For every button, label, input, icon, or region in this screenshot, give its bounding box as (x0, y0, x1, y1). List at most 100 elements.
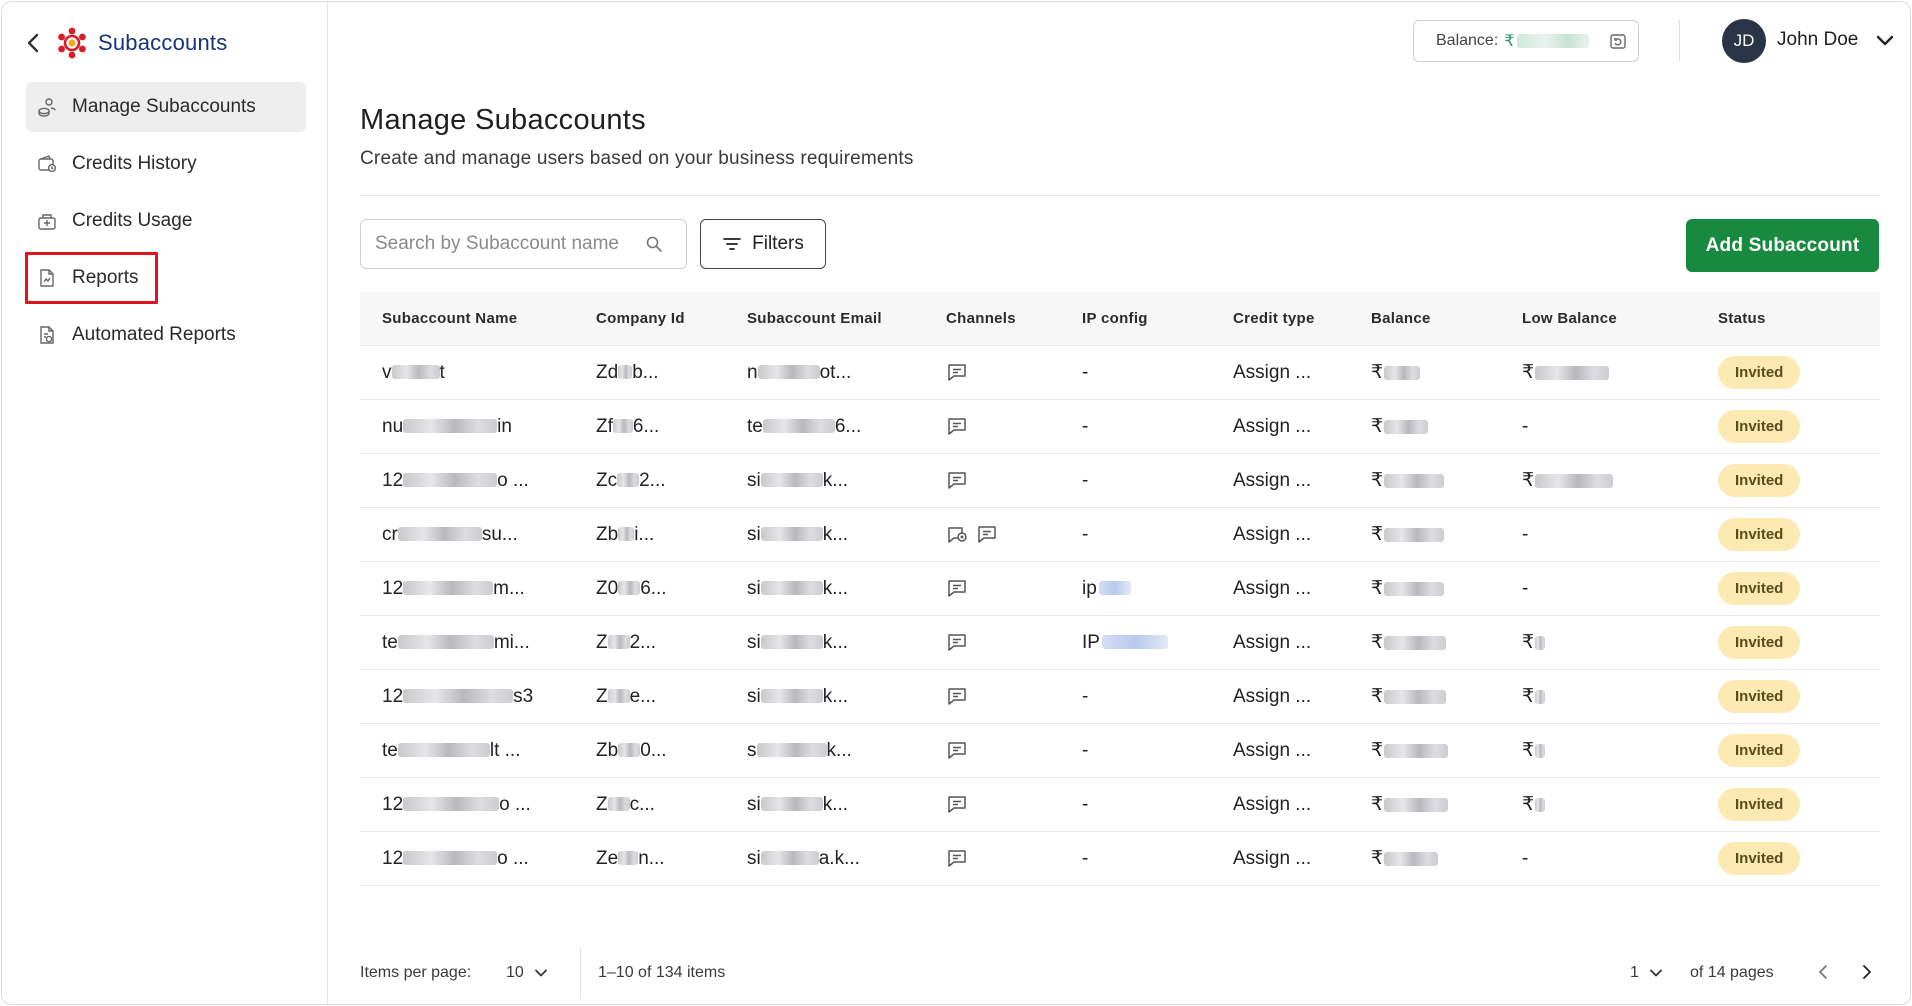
table-row[interactable]: te mi... Z 2... si k... IP Assign ... ₹ ₹ Invited (360, 616, 1880, 670)
subaccount-email-cell: si a.k... (747, 848, 860, 870)
ip-config-cell: ip (1082, 577, 1097, 599)
low-balance-column-cell: ₹ (1522, 631, 1546, 654)
company-id-redacted (618, 527, 635, 542)
ip-config-column-cell: - (1082, 362, 1088, 384)
email-redacted (760, 635, 823, 650)
subaccount-name-cell[interactable]: vt (382, 362, 445, 384)
channels-cell (946, 415, 968, 437)
app-window: Subaccounts Manage Subaccounts Credits H… (1, 1, 1911, 1005)
search-input[interactable] (375, 233, 645, 255)
low-balance-column-cell: ₹ (1522, 469, 1614, 492)
status-badge: Invited (1718, 788, 1801, 821)
subaccount-name-cell[interactable]: 12 o ... (382, 794, 531, 816)
column-header-status[interactable]: Status (1718, 310, 1766, 327)
name-prefix: 12 (382, 469, 404, 491)
company-id-suffix: 6... (632, 415, 660, 437)
subaccount-name-cell[interactable]: 12 m... (382, 578, 525, 600)
ip-config-cell: - (1082, 361, 1089, 383)
search-icon[interactable] (645, 235, 663, 253)
subaccount-email-cell: n ot... (747, 362, 851, 384)
sidebar-item-label: Credits Usage (72, 210, 193, 231)
search-box[interactable] (360, 219, 687, 269)
balance-redacted (1384, 473, 1445, 488)
balance-currency: ₹ (1371, 362, 1384, 383)
balance-redacted (1384, 689, 1447, 704)
filters-button[interactable]: Filters (700, 219, 826, 269)
column-header-channels[interactable]: Channels (946, 310, 1016, 327)
refresh-icon[interactable] (1609, 32, 1627, 50)
subaccount-name-cell[interactable]: 12 o ... (382, 470, 529, 492)
subaccount-email-cell: si k... (747, 524, 848, 546)
add-subaccount-button[interactable]: Add Subaccount (1686, 219, 1879, 272)
column-header-subaccount-name[interactable]: Subaccount Name (382, 310, 517, 327)
email-suffix: 6... (834, 415, 862, 437)
table-row[interactable]: 12 s3 Ze... si k... - Assign ... ₹ ₹ Invited (360, 670, 1880, 724)
items-per-page-select[interactable]: 10 (506, 964, 548, 982)
email-prefix: te (747, 415, 763, 437)
ip-config-cell: - (1082, 685, 1089, 707)
credit-type-cell: Assign ... (1233, 793, 1312, 815)
table-row[interactable]: 12 m... Z0 6... si k... ip Assign ... ₹ - Invited (360, 562, 1880, 616)
low-balance-cell: ₹ (1522, 470, 1535, 491)
email-suffix: k... (822, 577, 849, 599)
email-suffix: k... (822, 793, 849, 815)
subaccount-name-cell[interactable]: 12 o ... (382, 848, 529, 870)
status-cell: Invited (1718, 464, 1801, 497)
subaccount-name-cell[interactable]: 12 s3 (382, 686, 533, 708)
column-header-ip-config[interactable]: IP config (1082, 310, 1148, 327)
table-row[interactable]: v t Zd b... n ot... - Assign ... ₹ ₹ Invited (360, 346, 1880, 400)
column-header-low-balance[interactable]: Low Balance (1522, 310, 1617, 327)
ip-config-column-cell: ip (1082, 578, 1131, 600)
email-prefix: si (747, 523, 761, 545)
sidebar-item-credits-history[interactable]: Credits History (26, 139, 306, 189)
filter-icon (723, 238, 742, 250)
chat-channel-icon (948, 472, 966, 490)
table-row[interactable]: te lt ... Zb 0... s k... - Assign ... ₹ ₹ Invited (360, 724, 1880, 778)
user-name[interactable]: John Doe (1777, 29, 1858, 51)
email-prefix: si (747, 577, 761, 599)
column-header-balance[interactable]: Balance (1371, 310, 1431, 327)
table-row[interactable]: nu in Zf 6... te 6... - Assign ... ₹ - Invited (360, 400, 1880, 454)
email-suffix: k... (822, 631, 849, 653)
next-page-icon[interactable] (1856, 962, 1876, 982)
sidebar-item-reports[interactable]: Reports (25, 252, 158, 304)
column-header-company-id[interactable]: Company Id (596, 310, 685, 327)
balance-value-redacted (1517, 34, 1590, 48)
back-arrow-icon[interactable] (22, 32, 44, 54)
credit-type-cell: Assign ... (1233, 361, 1312, 383)
company-id-cell: Zd b... (596, 362, 659, 384)
table-row[interactable]: 12 o ... Zc... si k... - Assign ... ₹ ₹ Invited (360, 778, 1880, 832)
company-id-redacted (618, 581, 641, 596)
column-header-credit-type[interactable]: Credit type (1233, 310, 1315, 327)
table-row[interactable]: 12 o ... Zc 2... si k... - Assign ... ₹ ₹ Invited (360, 454, 1880, 508)
balance-column-cell: ₹ (1371, 685, 1447, 708)
avatar[interactable]: JD (1722, 19, 1766, 63)
chevron-down-icon[interactable] (1874, 32, 1896, 50)
email-prefix: si (747, 793, 761, 815)
name-prefix: cr (382, 523, 398, 545)
company-id-redacted (618, 851, 639, 866)
company-id-cell: Z 2... (596, 632, 656, 654)
footer-divider (580, 948, 581, 998)
status-badge: Invited (1718, 842, 1801, 875)
sidebar-item-credits-usage[interactable]: Credits Usage (26, 196, 306, 246)
name-prefix: 12 (382, 793, 404, 815)
sidebar-item-manage-subaccounts[interactable]: Manage Subaccounts (26, 82, 306, 132)
subaccount-name-cell[interactable]: nu in (382, 416, 512, 438)
email-suffix: ot... (819, 361, 852, 383)
previous-page-icon[interactable] (1814, 962, 1834, 982)
subaccount-name-cell[interactable]: te mi... (382, 632, 530, 654)
subaccount-name-cell[interactable]: cr su... (382, 524, 518, 546)
column-header-subaccount-email[interactable]: Subaccount Email (747, 310, 882, 327)
table-row[interactable]: cr su... Zb i... si k... - Assign ... ₹ - Invited (360, 508, 1880, 562)
company-id-cell: Ze... (596, 686, 656, 708)
page-number-select[interactable]: 1 (1630, 964, 1663, 982)
balance-display[interactable]: Balance: ₹ (1413, 20, 1639, 62)
table-row[interactable]: 12 o ... Ze n... si a.k... - Assign ... ₹ - Invite… (360, 832, 1880, 886)
sidebar-item-automated-reports[interactable]: Automated Reports (26, 310, 306, 360)
subaccount-name-cell[interactable]: te lt ... (382, 740, 520, 762)
status-badge: Invited (1718, 572, 1801, 605)
email-suffix: k... (822, 469, 849, 491)
balance-column-cell: ₹ (1371, 847, 1439, 870)
channels-cell (946, 523, 998, 545)
